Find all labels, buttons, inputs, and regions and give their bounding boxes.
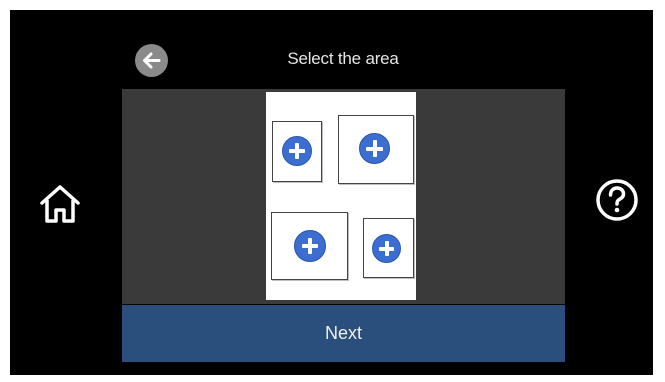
home-button[interactable] — [37, 181, 83, 227]
plus-icon — [294, 230, 326, 262]
home-icon — [40, 185, 80, 223]
scan-area-1[interactable] — [272, 121, 322, 182]
plus-icon — [282, 136, 312, 166]
next-button[interactable]: Next — [122, 305, 565, 362]
scan-area-2[interactable] — [338, 115, 414, 184]
printer-screen: Select the area Next — [10, 10, 653, 375]
question-mark-icon — [596, 179, 638, 221]
scan-area-3[interactable] — [271, 212, 348, 280]
scan-preview-area — [122, 89, 565, 304]
page-title: Select the area — [287, 49, 399, 68]
help-button[interactable] — [594, 177, 640, 223]
next-button-label: Next — [324, 323, 362, 343]
scan-area-4[interactable] — [363, 218, 414, 278]
plus-icon — [372, 234, 401, 263]
plus-icon — [359, 133, 390, 164]
back-button[interactable] — [135, 44, 168, 77]
arrow-left-icon — [143, 52, 161, 69]
document-page — [266, 92, 416, 300]
